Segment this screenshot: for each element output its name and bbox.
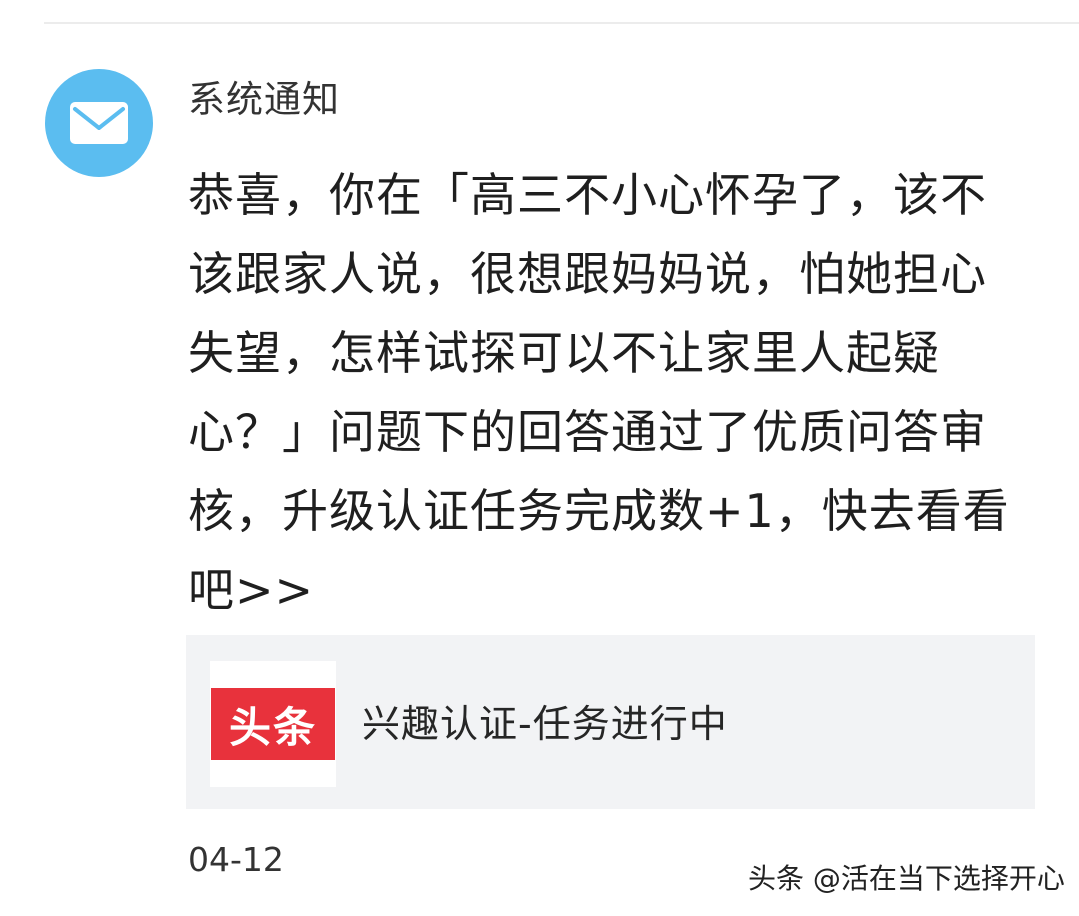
mail-envelope-icon [70,102,128,144]
task-card-title: 兴趣认证-任务进行中 [362,702,728,746]
system-avatar[interactable] [45,69,153,177]
notification-date: 04-12 [188,840,284,879]
notification-message[interactable]: 恭喜，你在「高三不小心怀孕了，该不该跟家人说，很想跟妈妈说，怕她担心失望，怎样试… [188,156,1018,630]
task-card[interactable]: 头条 兴趣认证-任务进行中 [186,635,1035,809]
sender-name: 系统通知 [188,78,340,121]
toutiao-logo: 头条 [211,688,335,760]
top-divider [44,22,1079,24]
toutiao-logo-frame: 头条 [210,661,336,787]
notification-page: 系统通知 恭喜，你在「高三不小心怀孕了，该不该跟家人说，很想跟妈妈说，怕她担心失… [0,0,1079,916]
watermark: 头条 @活在当下选择开心 [748,862,1065,895]
